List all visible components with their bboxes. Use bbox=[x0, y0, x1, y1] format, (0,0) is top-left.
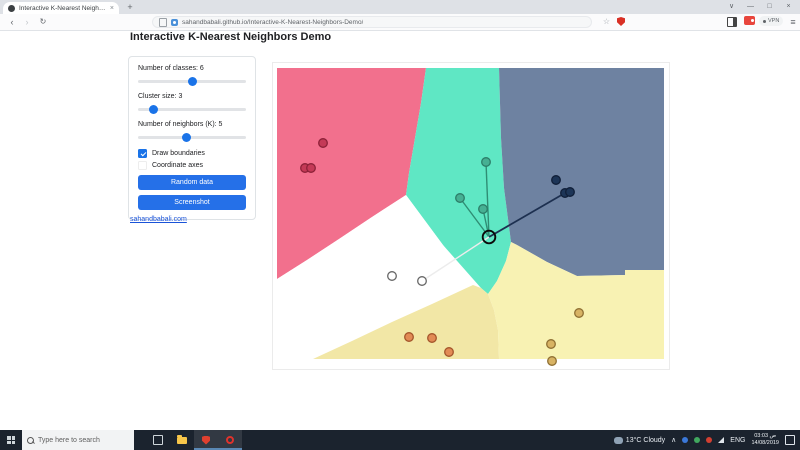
teal-point bbox=[456, 194, 465, 203]
site-badge-icon bbox=[171, 19, 178, 26]
draw-boundaries-label: Draw boundaries bbox=[152, 150, 205, 157]
opera-button[interactable] bbox=[218, 430, 242, 450]
red-point bbox=[319, 139, 328, 148]
teal-point bbox=[479, 205, 488, 214]
clock-time: 03:03 ص bbox=[754, 433, 776, 440]
cluster-size-slider-label: Cluster size: 3 bbox=[138, 93, 246, 100]
coordinate-axes-checkbox[interactable] bbox=[138, 161, 147, 170]
navy-point bbox=[552, 176, 561, 185]
coordinate-axes-label: Coordinate axes bbox=[152, 162, 203, 169]
neighbors-slider-label: Number of neighbors (K): 5 bbox=[138, 121, 246, 128]
coordinate-axes-row: Coordinate axes bbox=[138, 161, 246, 170]
white-point bbox=[388, 272, 397, 281]
shield-app-button[interactable] bbox=[194, 430, 218, 450]
url-text[interactable]: sahandbabali.github.io/Interactive-K-Nea… bbox=[182, 19, 363, 26]
page-info-icon[interactable] bbox=[159, 18, 167, 27]
tray-app-green-icon[interactable] bbox=[694, 437, 700, 443]
slider-thumb[interactable] bbox=[188, 77, 197, 86]
search-placeholder: Type here to search bbox=[38, 437, 100, 444]
classes-slider[interactable] bbox=[138, 77, 246, 86]
orange-point bbox=[428, 334, 437, 343]
bookmark-icon[interactable]: ☆ bbox=[600, 15, 613, 29]
tray-app-red-icon[interactable] bbox=[706, 437, 712, 443]
orange-point bbox=[405, 333, 414, 342]
gold-point bbox=[575, 309, 584, 318]
weather-icon bbox=[614, 437, 623, 444]
network-icon[interactable] bbox=[718, 437, 724, 443]
search-icon bbox=[27, 437, 34, 444]
browser-tab[interactable]: Interactive K-Nearest Neighbo... × bbox=[3, 2, 119, 14]
slider-track[interactable] bbox=[138, 136, 246, 139]
page-title: Interactive K-Nearest Neighbors Demo bbox=[130, 31, 331, 43]
random-data-button[interactable]: Random data bbox=[138, 175, 246, 190]
vpn-badge[interactable]: VPN bbox=[759, 16, 783, 26]
red-point bbox=[307, 164, 316, 173]
close-button[interactable]: × bbox=[779, 0, 798, 13]
back-button[interactable]: ‹ bbox=[5, 15, 19, 29]
tab-close-icon[interactable]: × bbox=[110, 5, 114, 12]
tray-chevron-icon[interactable]: ∧ bbox=[671, 436, 676, 444]
gold-point bbox=[547, 340, 556, 349]
tab-search-icon[interactable]: ∨ bbox=[722, 0, 741, 13]
minimize-button[interactable]: — bbox=[741, 0, 760, 13]
browser-tab-strip: Interactive K-Nearest Neighbo... × + ∨ —… bbox=[0, 0, 800, 14]
author-link[interactable]: sahandbabali.com bbox=[130, 216, 187, 223]
language-indicator[interactable]: ENG bbox=[730, 437, 745, 444]
classes-slider-label: Number of classes: 6 bbox=[138, 65, 246, 72]
opera-icon bbox=[226, 436, 234, 444]
window-controls: ∨ — □ × bbox=[722, 0, 798, 13]
draw-boundaries-row: Draw boundaries bbox=[138, 149, 246, 158]
tray-app-blue-icon[interactable] bbox=[682, 437, 688, 443]
vpn-label: VPN bbox=[768, 18, 779, 24]
clock-date: 14/08/2019 bbox=[751, 440, 779, 447]
maximize-button[interactable]: □ bbox=[760, 0, 779, 13]
desktop: Interactive K-Nearest Neighbo... × + ∨ —… bbox=[0, 0, 800, 450]
taskbar: Type here to search 13°C Cloudy ∧ ENG 03… bbox=[0, 430, 800, 450]
file-explorer-button[interactable] bbox=[170, 430, 194, 450]
region-slate bbox=[499, 68, 664, 276]
clock[interactable]: 03:03 ص 14/08/2019 bbox=[751, 433, 779, 447]
start-button[interactable] bbox=[0, 430, 22, 450]
teal-point bbox=[482, 158, 491, 167]
sidebar-toggle-icon[interactable] bbox=[727, 17, 737, 27]
task-view-icon bbox=[153, 435, 163, 445]
white-point bbox=[418, 277, 427, 286]
knn-plot[interactable] bbox=[277, 68, 667, 366]
draw-boundaries-checkbox[interactable] bbox=[138, 149, 147, 158]
weather-text: 13°C Cloudy bbox=[626, 437, 665, 444]
windows-logo-icon bbox=[7, 436, 15, 444]
wallet-extension-icon[interactable] bbox=[744, 16, 755, 25]
neighbors-slider[interactable] bbox=[138, 133, 246, 142]
tab-favicon-icon bbox=[8, 5, 15, 12]
notification-center-icon[interactable] bbox=[785, 435, 795, 445]
controls-panel: Number of classes: 6 Cluster size: 3 Num… bbox=[128, 56, 256, 220]
slider-thumb[interactable] bbox=[182, 133, 191, 142]
weather-widget[interactable]: 13°C Cloudy bbox=[614, 437, 665, 444]
address-bar[interactable]: sahandbabali.github.io/Interactive-K-Nea… bbox=[152, 16, 592, 28]
new-tab-button[interactable]: + bbox=[124, 1, 136, 13]
reload-button[interactable]: ↻ bbox=[36, 15, 50, 29]
tab-title: Interactive K-Nearest Neighbo... bbox=[19, 5, 106, 12]
task-view-button[interactable] bbox=[146, 430, 170, 450]
folder-icon bbox=[177, 437, 187, 444]
screenshot-button[interactable]: Screenshot bbox=[138, 195, 246, 210]
forward-button[interactable]: › bbox=[20, 15, 34, 29]
knn-canvas[interactable] bbox=[272, 62, 670, 370]
shield-app-icon bbox=[202, 436, 210, 445]
cluster-size-slider[interactable] bbox=[138, 105, 246, 114]
taskbar-search[interactable]: Type here to search bbox=[22, 430, 134, 450]
vpn-status-dot bbox=[763, 20, 766, 23]
system-tray: 13°C Cloudy ∧ ENG 03:03 ص 14/08/2019 bbox=[614, 433, 800, 447]
orange-point bbox=[445, 348, 454, 357]
slider-thumb[interactable] bbox=[149, 105, 158, 114]
browser-menu-icon[interactable]: ≡ bbox=[787, 15, 799, 29]
navy-point bbox=[566, 188, 575, 197]
gold-point bbox=[548, 357, 557, 366]
